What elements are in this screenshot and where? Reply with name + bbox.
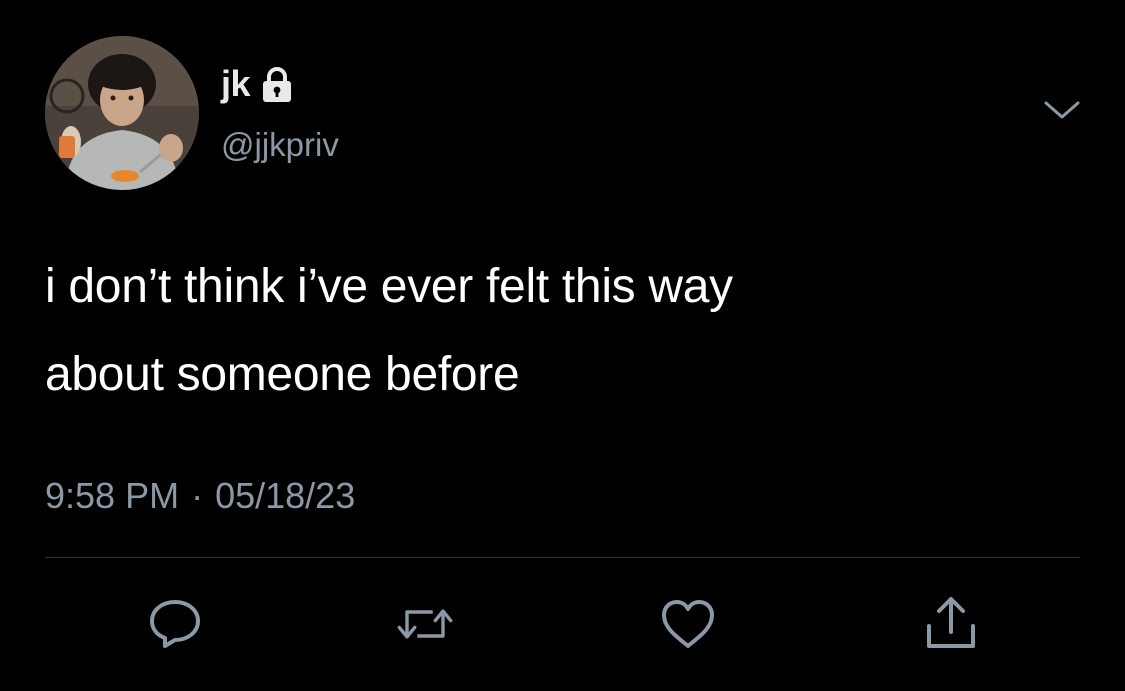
share-upload-icon bbox=[927, 597, 975, 648]
display-name-text[interactable]: jk bbox=[221, 64, 251, 104]
author-display-name[interactable]: jk bbox=[221, 64, 294, 104]
lock-icon bbox=[260, 65, 294, 103]
retweet-button[interactable] bbox=[395, 594, 455, 654]
divider bbox=[45, 557, 1080, 558]
speech-bubble-icon bbox=[150, 600, 200, 648]
tweet-time: 9:58 PM bbox=[45, 475, 180, 516]
tweet-text: i don’t think i’ve ever felt this way abo… bbox=[45, 243, 1085, 419]
tweet-card: jk @jjkpriv i don’t think i’ve ever felt… bbox=[0, 0, 1125, 691]
tweet-text-line-2: about someone before bbox=[45, 348, 520, 401]
reply-button[interactable] bbox=[145, 594, 205, 654]
tweet-text-line-1: i don’t think i’ve ever felt this way bbox=[45, 260, 733, 313]
tweet-timestamp[interactable]: 9:58 PM · 05/18/23 bbox=[45, 474, 355, 518]
author-handle[interactable]: @jjkpriv bbox=[221, 125, 339, 165]
avatar[interactable] bbox=[45, 36, 199, 190]
chevron-down-icon[interactable] bbox=[1041, 95, 1083, 125]
tweet-date: 05/18/23 bbox=[215, 475, 356, 516]
heart-icon bbox=[662, 600, 714, 648]
timestamp-separator: · bbox=[191, 475, 204, 516]
retweet-arrows-icon bbox=[397, 609, 453, 639]
like-button[interactable] bbox=[658, 594, 718, 654]
share-button[interactable] bbox=[921, 594, 981, 654]
